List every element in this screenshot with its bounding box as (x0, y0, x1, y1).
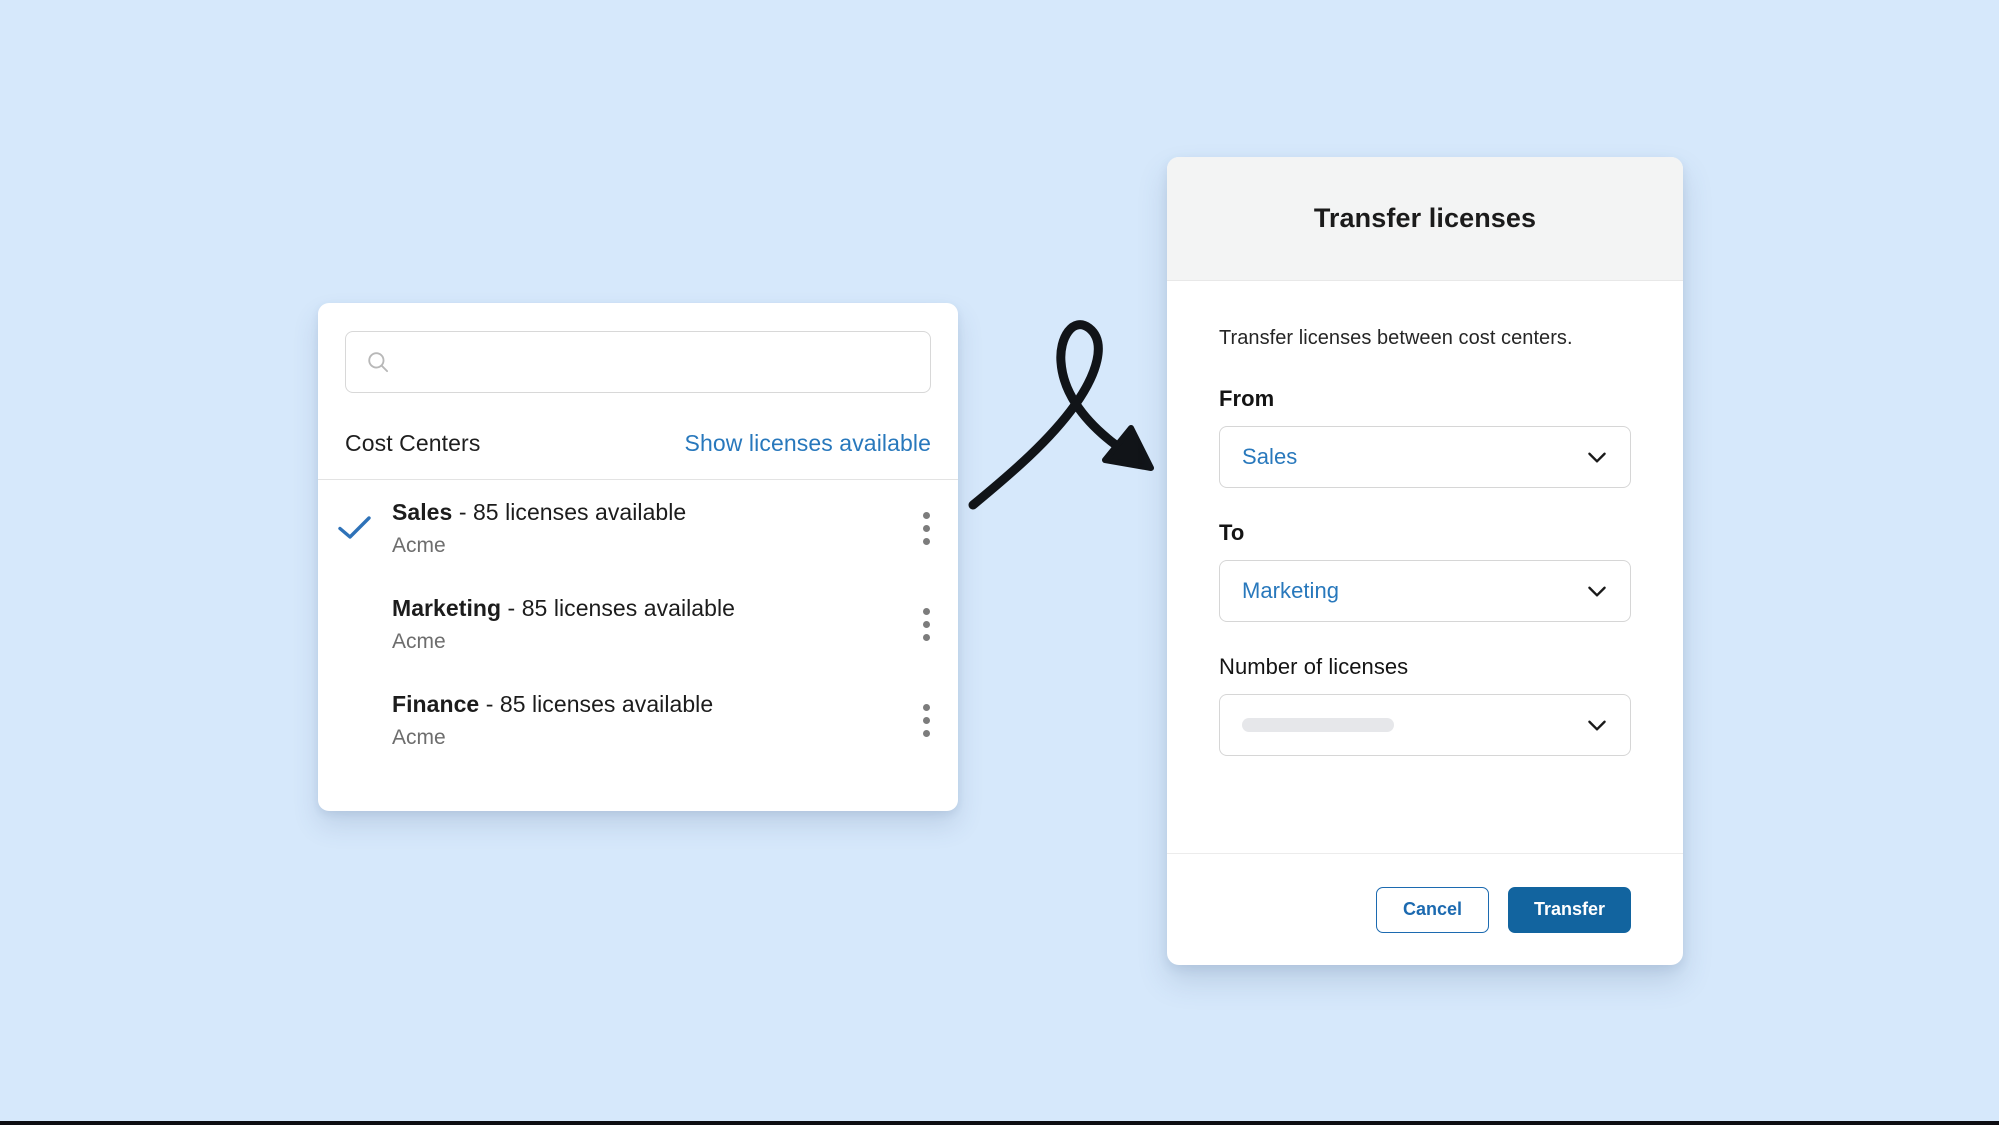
dialog-header: Transfer licenses (1167, 157, 1683, 281)
list-item-title: Finance - 85 licenses available (392, 690, 894, 719)
list-item-title: Sales - 85 licenses available (392, 498, 894, 527)
cost-centers-title: Cost Centers (345, 429, 481, 456)
selected-check-slot (318, 514, 392, 542)
dialog-title: Transfer licenses (1313, 203, 1537, 233)
cost-center-list: Sales - 85 licenses available Acme Marke… (318, 480, 958, 768)
cost-centers-header: Cost Centers Show licenses available (345, 415, 931, 471)
from-select-value: Sales (1242, 444, 1298, 469)
cancel-button[interactable]: Cancel (1376, 886, 1489, 933)
search-input[interactable] (401, 332, 930, 392)
hand-drawn-arrow-annotation (968, 320, 1154, 510)
transfer-button[interactable]: Transfer (1508, 886, 1631, 933)
list-item-name: Finance (392, 690, 480, 717)
bottom-edge-bar (0, 1121, 1999, 1125)
to-field-label: To (1219, 520, 1245, 545)
list-item-detail: - 85 licenses available (458, 498, 687, 525)
dialog-footer: Cancel Transfer (1167, 853, 1683, 965)
cost-centers-card: Cost Centers Show licenses available Sal… (318, 303, 958, 811)
number-of-licenses-label: Number of licenses (1219, 654, 1409, 679)
dialog-description: Transfer licenses between cost centers. (1219, 327, 1573, 349)
number-of-licenses-select[interactable] (1219, 694, 1631, 756)
from-field-label: From (1219, 386, 1275, 411)
list-item-subtitle: Acme (392, 534, 446, 558)
list-item-text: Sales - 85 licenses available Acme (392, 498, 894, 559)
list-item-text: Marketing - 85 licenses available Acme (392, 594, 894, 655)
list-item[interactable]: Marketing - 85 licenses available Acme (318, 576, 958, 672)
list-item-subtitle: Acme (392, 726, 446, 750)
kebab-menu-icon[interactable] (894, 511, 958, 545)
search-field-wrapper[interactable] (345, 331, 931, 393)
chevron-down-icon (1588, 720, 1606, 731)
list-item-title: Marketing - 85 licenses available (392, 594, 894, 623)
kebab-menu-icon[interactable] (894, 607, 958, 641)
list-item-name: Sales (392, 498, 453, 525)
search-icon (368, 352, 389, 373)
list-item-detail: - 85 licenses available (485, 690, 714, 717)
list-item[interactable]: Sales - 85 licenses available Acme (318, 480, 958, 576)
empty-value-placeholder (1242, 718, 1394, 732)
from-select[interactable]: Sales (1219, 426, 1631, 488)
kebab-menu-icon[interactable] (894, 703, 958, 737)
screen-canvas: Cost Centers Show licenses available Sal… (0, 0, 1999, 1125)
check-icon (338, 516, 371, 539)
list-item[interactable]: Finance - 85 licenses available Acme (318, 672, 958, 768)
dialog-body: Transfer licenses between cost centers. … (1167, 281, 1683, 853)
chevron-down-icon (1588, 452, 1606, 463)
transfer-licenses-dialog: Transfer licenses Transfer licenses betw… (1167, 157, 1683, 965)
list-item-text: Finance - 85 licenses available Acme (392, 690, 894, 751)
list-item-name: Marketing (392, 594, 502, 621)
show-licenses-available-link[interactable]: Show licenses available (685, 430, 932, 457)
chevron-down-icon (1588, 586, 1606, 597)
list-item-subtitle: Acme (392, 630, 446, 654)
to-select[interactable]: Marketing (1219, 560, 1631, 622)
list-item-detail: - 85 licenses available (507, 594, 735, 621)
to-select-value: Marketing (1242, 578, 1340, 603)
